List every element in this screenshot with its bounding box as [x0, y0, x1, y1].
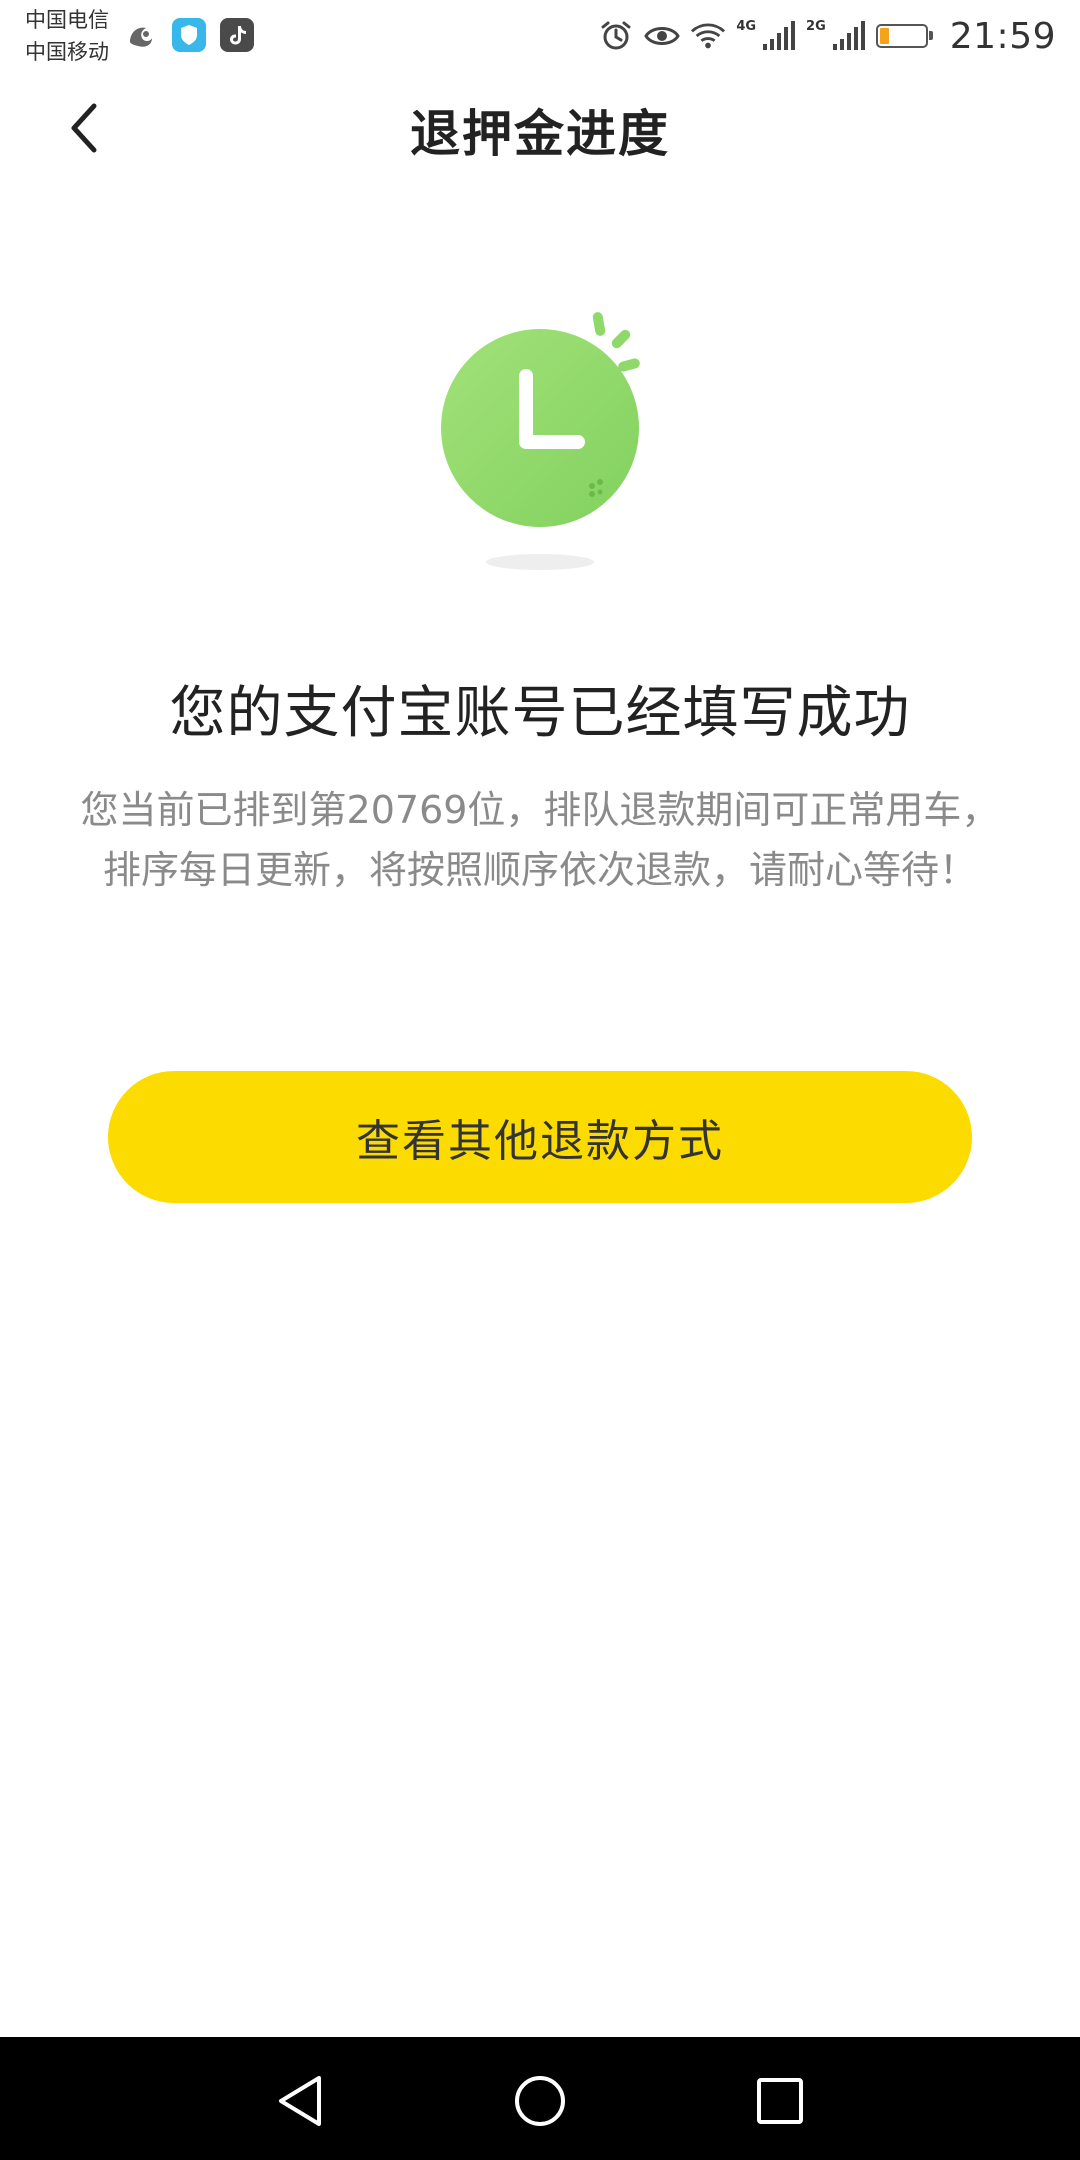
carrier-info: 中国电信 中国移动	[25, 4, 109, 68]
eye-comfort-icon	[644, 18, 681, 54]
clock: 21:59	[949, 15, 1056, 57]
queue-description: 您当前已排到第20769位，排队退款期间可正常用车， 排序每日更新，将按照顺序依…	[40, 780, 1040, 900]
signal-icon-2	[830, 18, 866, 54]
shield-app-icon	[172, 18, 206, 52]
alarm-icon	[598, 18, 634, 54]
carrier-1: 中国电信	[25, 8, 109, 32]
notification-icons	[124, 18, 254, 52]
system-status: 4G 2G 21:59	[598, 14, 1056, 58]
success-headline: 您的支付宝账号已经填写成功	[169, 681, 911, 746]
description-line-1: 您当前已排到第20769位，排队退款期间可正常用车，	[80, 788, 1000, 832]
uc-browser-icon	[124, 18, 158, 52]
carrier-2: 中国移动	[25, 40, 109, 64]
tiktok-icon	[220, 18, 254, 52]
system-nav-bar	[0, 2037, 1080, 2160]
network-type-2: 2G	[806, 18, 826, 34]
signal-icon-1	[760, 18, 796, 54]
status-bar: 中国电信 中国移动 4G 2G 21:59	[0, 0, 1080, 72]
description-line-2: 排序每日更新，将按照顺序依次退款，请耐心等待！	[102, 848, 977, 892]
nav-home-button[interactable]	[510, 2071, 570, 2131]
page-title: 退押金进度	[410, 105, 670, 163]
network-type-1: 4G	[736, 18, 757, 34]
clock-icon	[441, 312, 640, 570]
battery-level	[879, 28, 889, 44]
other-refund-methods-button[interactable]: 查看其他退款方式	[108, 1071, 972, 1203]
triangle-back-icon	[279, 2076, 321, 2126]
nav-recents-button[interactable]	[750, 2071, 810, 2131]
clock-illustration	[420, 296, 660, 586]
battery-icon	[875, 24, 933, 48]
nav-back-button[interactable]	[270, 2071, 330, 2131]
nav-header: 退押金进度	[0, 72, 1080, 188]
wifi-icon	[690, 18, 726, 54]
square-recents-icon	[757, 2078, 803, 2124]
circle-home-icon	[515, 2076, 565, 2126]
